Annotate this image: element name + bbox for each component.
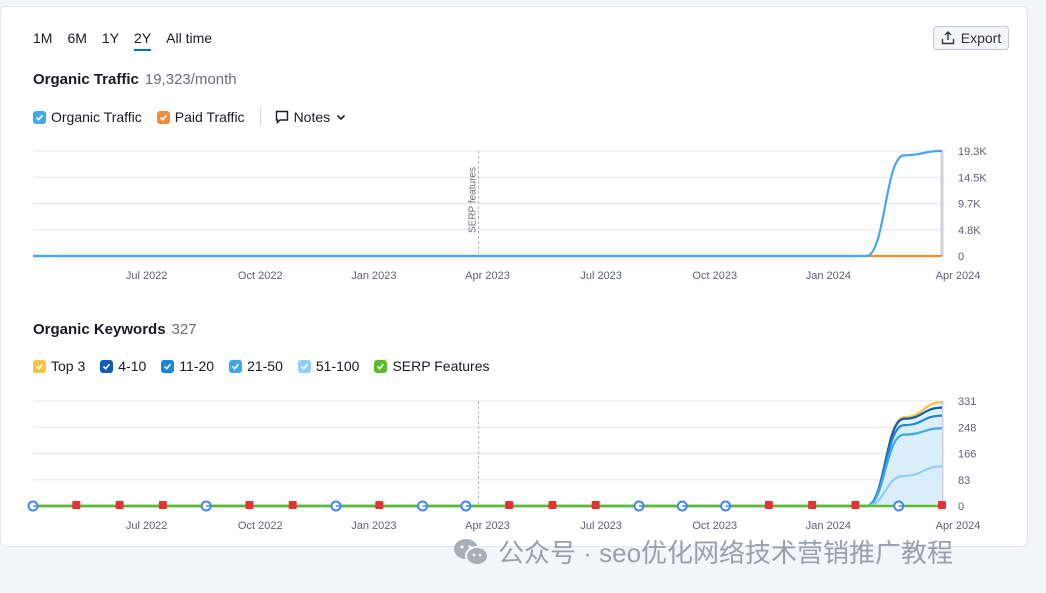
note-flag-icon: [115, 501, 124, 509]
x-tick-label: Jan 2023: [351, 520, 396, 532]
charts-canvas: 19.3K 14.5K 9.7K 4.8K 0 Jul 2022 Oct 2022 Jan 2…: [27, 146, 987, 532]
y-tick-label: 14.5K: [958, 172, 987, 184]
x-tick-label: Jan 2024: [806, 520, 851, 532]
y-tick-label: 331: [958, 396, 976, 408]
series-line-21-50: [33, 427, 943, 508]
x-tick-label: Oct 2022: [238, 520, 283, 532]
note-flag-icon: [764, 501, 773, 509]
note-flag-icon: [375, 501, 384, 509]
x-tick-label: Apr 2024: [936, 270, 981, 282]
note-flag-icon: [548, 501, 557, 509]
note-flag-icon: [245, 501, 254, 509]
annotation-label: SERP features: [468, 167, 479, 233]
series-area-51-100: [33, 466, 942, 506]
y-tick-label: 0: [958, 251, 964, 263]
note-flag-icon: [851, 501, 860, 509]
note-flag-icon: [505, 501, 514, 509]
series-line-top-3: [33, 401, 943, 508]
x-tick-label: Jul 2023: [580, 270, 622, 282]
note-flag-icon: [158, 501, 167, 509]
x-tick-label: Jul 2022: [126, 270, 168, 282]
x-tick-label: Jan 2023: [351, 270, 396, 282]
note-flag-icon: [72, 501, 81, 509]
y-tick-label: 0: [958, 501, 964, 513]
watermark: 公众号 · seo优化网络技术营销推广教程: [452, 533, 953, 570]
note-flag-icon: [938, 501, 946, 509]
note-flag-icon: [808, 501, 817, 509]
y-tick-label: 9.7K: [958, 199, 981, 211]
series-area-21-50: [33, 428, 942, 506]
x-tick-label: Jul 2022: [126, 520, 168, 532]
series-line-11-20: [33, 414, 943, 508]
x-tick-label: Oct 2023: [692, 270, 737, 282]
series-line-51-100: [33, 465, 943, 508]
x-tick-label: Apr 2023: [465, 520, 510, 532]
note-flag-icon: [591, 501, 600, 509]
watermark-text: 公众号 · seo优化网络技术营销推广教程: [498, 538, 954, 568]
x-tick-label: Oct 2023: [692, 520, 737, 532]
x-tick-label: Oct 2022: [238, 270, 283, 282]
series-area-11-20: [33, 415, 942, 506]
x-tick-label: Jan 2024: [806, 270, 851, 282]
x-tick-label: Apr 2023: [465, 270, 510, 282]
y-tick-label: 83: [958, 475, 970, 487]
y-tick-label: 4.8K: [958, 225, 981, 237]
series-area-4-10: [33, 407, 942, 506]
y-tick-label: 19.3K: [958, 146, 987, 158]
x-tick-label: Jul 2023: [580, 520, 622, 532]
wechat-icon: [454, 538, 489, 566]
series-area-top-3: [33, 402, 942, 506]
y-tick-label: 248: [958, 422, 976, 434]
series-line-4-10: [33, 406, 943, 508]
note-flag-icon: [288, 501, 297, 509]
x-tick-label: Apr 2024: [936, 520, 981, 532]
y-tick-label: 166: [958, 449, 976, 461]
